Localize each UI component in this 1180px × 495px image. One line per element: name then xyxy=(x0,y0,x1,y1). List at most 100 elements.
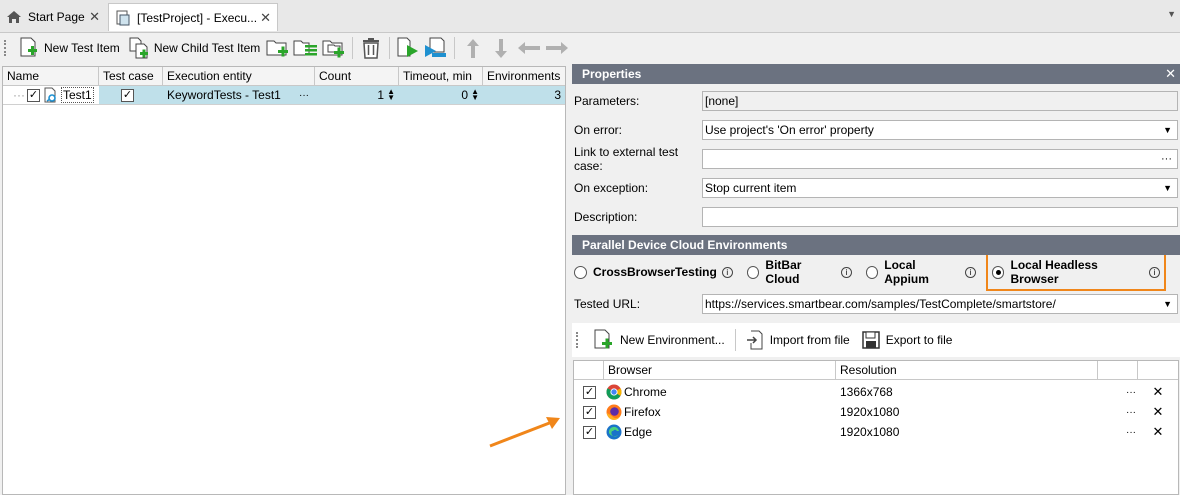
table-row[interactable]: ✓ Firefox 1920x1080 ··· ✕ xyxy=(574,402,1178,422)
browse-button[interactable]: ··· xyxy=(1161,153,1172,165)
info-icon[interactable]: i xyxy=(841,266,852,278)
col-timeout[interactable]: Timeout, min xyxy=(399,67,483,85)
info-icon[interactable]: i xyxy=(1149,266,1160,278)
test-case-checkbox[interactable]: ✓ xyxy=(121,88,134,102)
new-child-group-button[interactable] xyxy=(321,35,347,61)
info-icon[interactable]: i xyxy=(965,266,976,278)
tested-url-label: Tested URL: xyxy=(574,297,641,311)
parameters-field[interactable]: [none] xyxy=(702,90,1178,111)
radio-button-selected[interactable] xyxy=(991,265,1005,279)
tested-url-select[interactable]: https://services.smartbear.com/samples/T… xyxy=(702,294,1178,314)
radio-local-appium[interactable]: Local Appium i xyxy=(865,258,976,286)
move-right-button[interactable] xyxy=(544,35,570,61)
move-down-button[interactable] xyxy=(488,35,514,61)
group-list-button[interactable] xyxy=(293,35,319,61)
chevron-down-icon[interactable]: ▼ xyxy=(1163,125,1172,135)
cell-name[interactable]: ··· ✓ Test1 xyxy=(3,86,99,104)
delete-icon[interactable]: ✕ xyxy=(1138,384,1178,400)
trash-icon xyxy=(363,38,380,59)
table-row[interactable]: ✓ Chrome 1366x768 ··· ✕ xyxy=(574,382,1178,402)
toolbar-grip xyxy=(576,332,580,348)
arrow-left-icon xyxy=(518,42,541,54)
cell-browser[interactable]: Edge xyxy=(604,424,836,440)
move-up-button[interactable] xyxy=(460,35,486,61)
enabled-checkbox[interactable]: ✓ xyxy=(27,88,40,102)
on-error-select[interactable]: Use project's 'On error' property ▼ xyxy=(702,119,1178,140)
close-icon[interactable]: ✕ xyxy=(260,10,271,26)
new-environment-button[interactable]: New Environment... xyxy=(586,329,731,351)
radio-button[interactable] xyxy=(746,265,760,279)
new-child-test-item-button[interactable]: New Child Test Item xyxy=(124,35,264,61)
grid-header: Name Test case Execution entity Count Ti… xyxy=(3,67,565,86)
cell-execution-entity[interactable]: KeywordTests - Test1 ··· xyxy=(163,86,315,104)
edit-button[interactable]: ··· xyxy=(1098,427,1138,438)
edit-button[interactable]: ··· xyxy=(1098,407,1138,418)
spin-icon[interactable]: ▲ ▼ xyxy=(471,88,479,102)
cell-resolution[interactable]: 1366x768 xyxy=(836,385,1098,399)
chevron-down-icon[interactable]: ▼ xyxy=(1163,183,1172,193)
spin-icon[interactable]: ▲ ▼ xyxy=(387,88,395,102)
col-environments[interactable]: Environments xyxy=(483,67,565,85)
tab-start-page[interactable]: Start Page ✕ xyxy=(0,3,106,31)
cell-environments[interactable]: 3 xyxy=(483,86,565,104)
radio-button[interactable] xyxy=(865,265,879,279)
radio-button[interactable] xyxy=(574,265,587,279)
chevron-down-icon[interactable]: ▼ xyxy=(1163,299,1172,309)
delete-icon[interactable]: ✕ xyxy=(1138,424,1178,440)
toolbar-separator xyxy=(389,37,391,59)
edit-button[interactable]: ··· xyxy=(1098,387,1138,398)
export-button[interactable]: Export to file xyxy=(856,331,959,349)
new-item-icon xyxy=(20,37,37,57)
radio-local-headless-browser[interactable]: Local Headless Browser i xyxy=(985,253,1166,291)
table-row[interactable]: ··· ✓ Test1 ✓ KeywordTests - Test1 ··· 1… xyxy=(3,86,565,105)
run-button[interactable] xyxy=(395,35,421,61)
toolbar-separator xyxy=(454,37,456,59)
col-browser[interactable]: Browser xyxy=(604,361,836,379)
toolbar: New Test Item New Child Test Item xyxy=(0,33,1180,63)
radio-crossbrowsertesting[interactable]: CrossBrowserTesting i xyxy=(574,265,733,279)
on-exception-label: On exception: xyxy=(574,180,649,195)
col-execution-entity[interactable]: Execution entity xyxy=(163,67,315,85)
enabled-checkbox[interactable]: ✓ xyxy=(583,385,596,399)
close-icon[interactable]: ✕ xyxy=(1165,66,1176,82)
link-field[interactable]: ··· xyxy=(702,148,1178,169)
description-row: Description: xyxy=(572,202,1180,231)
run-selected-button[interactable] xyxy=(423,35,449,61)
export-label: Export to file xyxy=(885,333,953,347)
cell-count[interactable]: 1 ▲ ▼ xyxy=(315,86,399,104)
col-actions xyxy=(1098,361,1138,379)
delete-icon[interactable]: ✕ xyxy=(1138,404,1178,420)
cell-resolution[interactable]: 1920x1080 xyxy=(836,425,1098,439)
cell-check[interactable]: ✓ xyxy=(574,425,604,439)
save-icon xyxy=(861,331,880,349)
cell-timeout[interactable]: 0 ▲ ▼ xyxy=(399,86,483,104)
on-exception-select[interactable]: Stop current item ▼ xyxy=(702,177,1178,198)
enabled-checkbox[interactable]: ✓ xyxy=(583,425,596,439)
link-label: Link to external test case: xyxy=(574,144,679,173)
new-test-item-button[interactable]: New Test Item xyxy=(14,35,124,61)
col-resolution[interactable]: Resolution xyxy=(836,361,1098,379)
chevron-down-icon[interactable]: ▼ xyxy=(1167,9,1176,19)
enabled-checkbox[interactable]: ✓ xyxy=(583,405,596,419)
cell-browser[interactable]: Firefox xyxy=(604,404,836,420)
delete-button[interactable] xyxy=(358,35,384,61)
table-row[interactable]: ✓ Edge 1920x1080 ··· ✕ xyxy=(574,422,1178,442)
radio-bitbar-cloud[interactable]: BitBar Cloud i xyxy=(746,258,852,286)
tab-test-project[interactable]: [TestProject] - Execu... ✕ xyxy=(108,3,278,31)
new-group-button[interactable] xyxy=(265,35,291,61)
col-name[interactable]: Name xyxy=(3,67,99,85)
cell-resolution[interactable]: 1920x1080 xyxy=(836,405,1098,419)
description-field[interactable] xyxy=(702,206,1178,227)
cell-test-case[interactable]: ✓ xyxy=(99,86,163,104)
close-icon[interactable]: ✕ xyxy=(89,9,100,25)
col-count[interactable]: Count xyxy=(315,67,399,85)
info-icon[interactable]: i xyxy=(721,266,733,278)
properties-title: Properties xyxy=(582,67,642,81)
cell-browser[interactable]: Chrome xyxy=(604,384,836,400)
import-button[interactable]: Import from file xyxy=(740,330,856,350)
move-left-button[interactable] xyxy=(516,35,542,61)
browse-button[interactable]: ··· xyxy=(299,90,309,101)
cell-check[interactable]: ✓ xyxy=(574,405,604,419)
col-test-case[interactable]: Test case xyxy=(99,67,163,85)
cell-check[interactable]: ✓ xyxy=(574,385,604,399)
